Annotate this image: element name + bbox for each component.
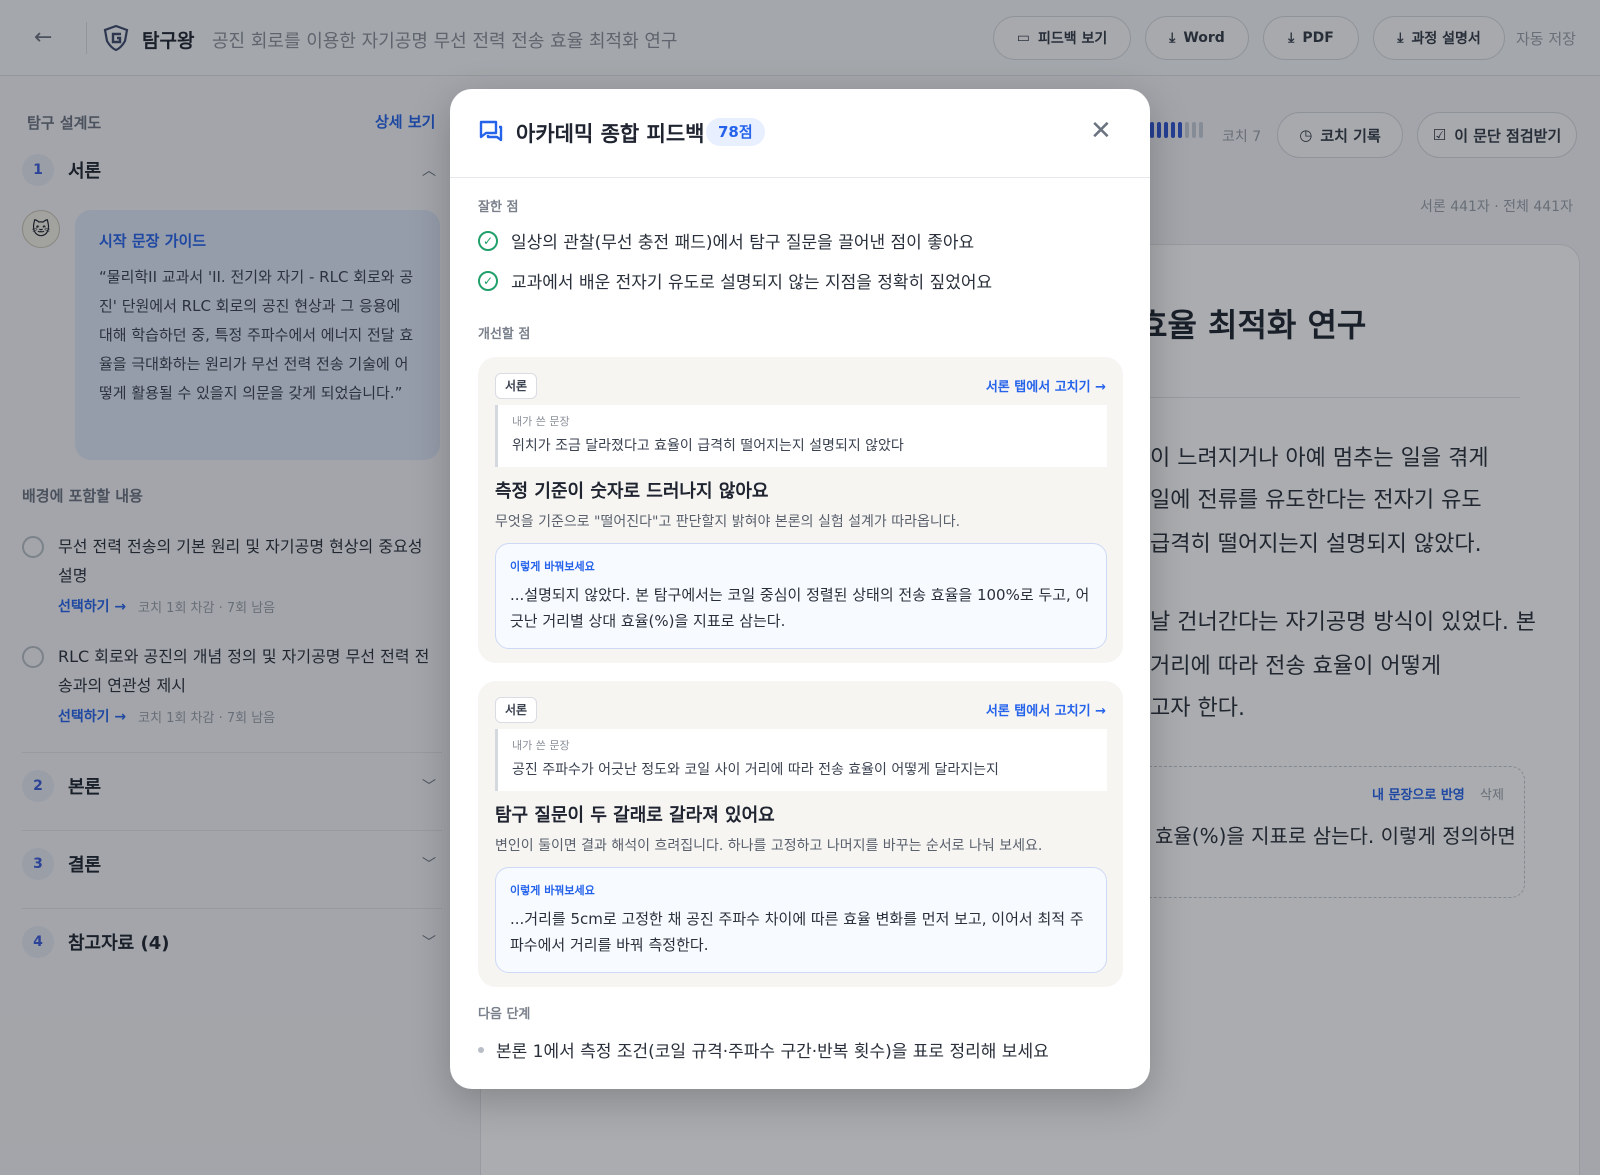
close-icon[interactable]: ✕ (1090, 117, 1112, 145)
chat-bubbles-icon (479, 120, 503, 142)
strength-item: ✓ 교과에서 배운 전자기 유도로 설명되지 않는 지점을 정확히 짚었어요 (478, 268, 992, 293)
feedback-modal: 아카데믹 종합 피드백 78점 ✕ 잘한 점 ✓ 일상의 관찰(무선 충전 패드… (450, 89, 1150, 1089)
my-sentence-quote: 내가 쓴 문장 공진 주파수가 어긋난 정도와 코일 사이 거리에 따라 전송 … (495, 729, 1107, 791)
score-badge: 78점 (706, 118, 765, 146)
suggestion-text: ...거리를 5cm로 고정한 채 공진 주파수 차이에 따른 효율 변화를 먼… (510, 910, 1084, 954)
issue-description: 무엇을 기준으로 "떨어진다"고 판단할지 밝혀야 본론의 실험 설계가 따라옵… (495, 514, 961, 530)
improvement-card: 서론 서론 탭에서 고치기 → 내가 쓴 문장 위치가 조금 달라졌다고 효율이… (478, 357, 1123, 663)
my-sentence-quote: 내가 쓴 문장 위치가 조금 달라졌다고 효율이 급격히 떨어지는지 설명되지 … (495, 405, 1107, 467)
my-sentence-label: 내가 쓴 문장 (512, 415, 570, 428)
next-step-text: 본론 1에서 측정 조건(코일 규격·주파수 구간·반복 횟수)을 표로 정리해… (496, 1042, 1049, 1062)
strengths-heading: 잘한 점 (478, 200, 519, 215)
strength-text: 일상의 관찰(무선 충전 패드)에서 탐구 질문을 끌어낸 점이 좋아요 (511, 233, 975, 253)
rewrite-suggestion: 이렇게 바꿔보세요 ...거리를 5cm로 고정한 채 공진 주파수 차이에 따… (495, 867, 1107, 973)
next-steps-heading: 다음 단계 (478, 1007, 531, 1022)
issue-heading: 탐구 질문이 두 갈래로 갈라져 있어요 (495, 805, 775, 826)
suggestion-text: ...설명되지 않았다. 본 탐구에서는 코일 중심이 정렬된 상태의 전송 효… (510, 586, 1090, 630)
check-circle-icon: ✓ (478, 230, 498, 251)
improvement-card: 서론 서론 탭에서 고치기 → 내가 쓴 문장 공진 주파수가 어긋난 정도와 … (478, 681, 1123, 987)
improvements-heading: 개선할 점 (478, 327, 531, 342)
strength-text: 교과에서 배운 전자기 유도로 설명되지 않는 지점을 정확히 짚었어요 (511, 273, 993, 293)
suggestion-label: 이렇게 바꿔보세요 (510, 884, 595, 897)
suggestion-label: 이렇게 바꿔보세요 (510, 560, 595, 573)
fix-in-tab-link[interactable]: 서론 탭에서 고치기 → (986, 700, 1106, 719)
my-sentence-label: 내가 쓴 문장 (512, 739, 570, 752)
rewrite-suggestion: 이렇게 바꿔보세요 ...설명되지 않았다. 본 탐구에서는 코일 중심이 정렬… (495, 543, 1107, 649)
my-sentence-text: 위치가 조금 달라졌다고 효율이 급격히 떨어지는지 설명되지 않았다 (512, 438, 904, 454)
section-tag: 서론 (495, 373, 538, 399)
my-sentence-text: 공진 주파수가 어긋난 정도와 코일 사이 거리에 따라 전송 효율이 어떻게 … (512, 762, 999, 778)
modal-header: 아카데믹 종합 피드백 78점 ✕ (450, 89, 1150, 178)
issue-description: 변인이 둘이면 결과 해석이 흐려집니다. 하나를 고정하고 나머지를 바꾸는 … (495, 838, 1043, 854)
fix-in-tab-link[interactable]: 서론 탭에서 고치기 → (986, 376, 1106, 395)
check-circle-icon: ✓ (478, 270, 498, 291)
strength-item: ✓ 일상의 관찰(무선 충전 패드)에서 탐구 질문을 끌어낸 점이 좋아요 (478, 228, 974, 253)
section-tag: 서론 (495, 697, 538, 723)
issue-heading: 측정 기준이 숫자로 드러나지 않아요 (495, 481, 769, 502)
next-step-item: 본론 1에서 측정 조건(코일 규격·주파수 구간·반복 횟수)을 표로 정리해… (478, 1037, 1049, 1062)
bullet-icon (478, 1046, 484, 1053)
modal-title: 아카데믹 종합 피드백 (516, 122, 705, 146)
